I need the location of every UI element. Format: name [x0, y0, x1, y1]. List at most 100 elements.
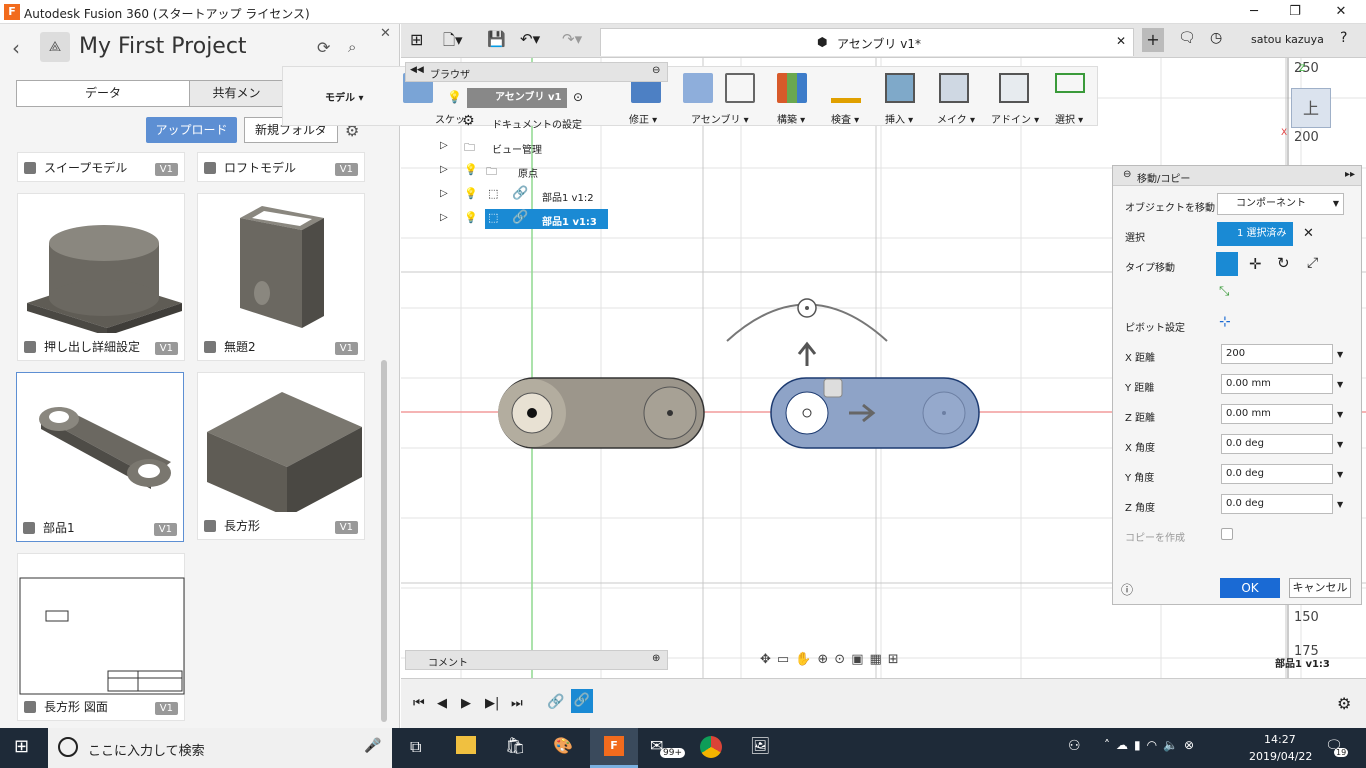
- list-item[interactable]: 無題2 V1: [197, 193, 365, 361]
- inspect-menu[interactable]: 検査 ▾: [831, 111, 859, 126]
- workspace-switcher[interactable]: モデル ▾: [325, 89, 364, 104]
- y-angle-input[interactable]: 0.0 deg: [1221, 464, 1333, 484]
- assembly-icon[interactable]: [683, 73, 713, 103]
- x-angle-input[interactable]: 0.0 deg: [1221, 434, 1333, 454]
- comment-bar[interactable]: コメント ⊕: [405, 650, 668, 670]
- upload-button[interactable]: アップロード: [146, 117, 237, 143]
- step-forward-icon[interactable]: ▶|: [485, 696, 499, 711]
- joint-feature-icon[interactable]: 🔗: [547, 694, 564, 710]
- expand-triangle-icon[interactable]: ▷: [440, 212, 448, 223]
- browser-row[interactable]: ⚙ ドキュメントの設定: [458, 112, 608, 132]
- construct-menu[interactable]: 構築 ▾: [777, 111, 805, 126]
- lightbulb-icon[interactable]: 💡: [464, 163, 478, 176]
- browser-row[interactable]: ▷ 💡 ⬚ 🔗 部品1 v1:2: [440, 185, 640, 205]
- file-explorer-icon[interactable]: [456, 736, 476, 754]
- data-panel-scrollbar[interactable]: [381, 360, 387, 722]
- zoom-icon[interactable]: ⊕: [817, 652, 834, 667]
- chevron-down-icon[interactable]: ▼: [1337, 350, 1343, 359]
- chevron-down-icon[interactable]: ▼: [1337, 440, 1343, 449]
- people-icon[interactable]: ⚇: [1068, 738, 1081, 754]
- construct-icon[interactable]: [777, 73, 807, 103]
- orbit-icon[interactable]: ✥: [760, 652, 777, 667]
- expand-icon[interactable]: ▸▸: [1345, 169, 1355, 180]
- timeline-settings-icon[interactable]: ⚙: [1337, 694, 1351, 713]
- list-item[interactable]: 部品1 V1: [16, 372, 184, 542]
- pan-icon[interactable]: ✋: [795, 652, 817, 667]
- viewports-icon[interactable]: ⊞: [888, 652, 905, 667]
- tab-shared[interactable]: 共有メン: [189, 80, 284, 107]
- job-status-icon[interactable]: ◷: [1210, 30, 1222, 46]
- file-icon[interactable]: 🗋▾: [443, 30, 463, 55]
- z-angle-input[interactable]: 0.0 deg: [1221, 494, 1333, 514]
- cancel-button[interactable]: キャンセル: [1289, 578, 1351, 598]
- chrome-icon[interactable]: [700, 736, 722, 758]
- user-name[interactable]: satou kazuya: [1251, 33, 1324, 46]
- undo-icon[interactable]: ↶▾: [520, 30, 540, 48]
- chevron-down-icon[interactable]: ▼: [1337, 470, 1343, 479]
- lightbulb-icon[interactable]: 💡: [447, 90, 462, 104]
- part1-v1-3-selected[interactable]: [726, 298, 980, 449]
- list-item[interactable]: 押し出し詳細設定 V1: [17, 193, 185, 361]
- addins-icon[interactable]: [999, 73, 1029, 103]
- select-icon[interactable]: [1055, 73, 1085, 93]
- part1-v1-2[interactable]: [498, 377, 705, 449]
- clock-time[interactable]: 14:27: [1264, 733, 1296, 746]
- insert-icon[interactable]: [885, 73, 915, 103]
- minus-icon[interactable]: ⊖: [652, 65, 660, 76]
- fit-icon[interactable]: ⊙: [834, 652, 851, 667]
- x-distance-input[interactable]: 200: [1221, 344, 1333, 364]
- comment-icon[interactable]: 🗨: [1178, 30, 1196, 46]
- y-distance-input[interactable]: 0.00 mm: [1221, 374, 1333, 394]
- refresh-icon[interactable]: ⟳: [317, 38, 330, 57]
- taskbar-search-box[interactable]: ここに入力して検索 🎤: [48, 728, 392, 768]
- document-tab[interactable]: ⬢ アセンブリ v1* ✕: [600, 28, 1134, 56]
- joint-icon[interactable]: [725, 73, 755, 103]
- help-icon[interactable]: ?: [1340, 30, 1347, 46]
- fusion-taskbar-button[interactable]: F: [590, 728, 638, 768]
- browser-row[interactable]: ▷ 🗀 ビュー管理: [440, 137, 640, 157]
- select-menu[interactable]: 選択 ▾: [1055, 111, 1083, 126]
- selection-button[interactable]: 1 選択済み: [1217, 222, 1293, 246]
- close-panel-icon[interactable]: ✕: [380, 26, 391, 41]
- tab-data[interactable]: データ: [16, 80, 190, 107]
- system-tray-icons[interactable]: ˄☁▮◠🔈⊗: [1104, 738, 1200, 752]
- z-distance-input[interactable]: 0.00 mm: [1221, 404, 1333, 424]
- viewcube[interactable]: 上: [1291, 88, 1331, 128]
- make-menu[interactable]: メイク ▾: [937, 111, 975, 126]
- redo-icon[interactable]: ↷▾: [562, 30, 582, 48]
- point-to-position-icon[interactable]: ⤡: [1219, 284, 1229, 299]
- collapse-icon[interactable]: ◀◀: [410, 65, 424, 75]
- task-view-icon[interactable]: ⧉: [410, 737, 421, 757]
- go-to-start-icon[interactable]: ⏮: [413, 696, 425, 711]
- lightbulb-icon[interactable]: 💡: [464, 187, 478, 200]
- minus-icon[interactable]: ⊖: [1123, 169, 1131, 180]
- clear-selection-icon[interactable]: ✕: [1303, 226, 1314, 241]
- clock-date[interactable]: 2019/04/22: [1249, 750, 1312, 763]
- translate-icon[interactable]: ✛: [1249, 255, 1262, 273]
- chevron-down-icon[interactable]: ▼: [1337, 380, 1343, 389]
- addins-menu[interactable]: アドイン ▾: [991, 111, 1039, 126]
- browser-row[interactable]: ▷ 💡 ⬚ 🔗 部品1 v1:3: [440, 209, 640, 229]
- move-feature-icon[interactable]: 🔗: [571, 689, 593, 713]
- look-at-icon[interactable]: ▭: [777, 652, 795, 667]
- free-move-icon[interactable]: [1216, 252, 1238, 276]
- save-icon[interactable]: 💾: [487, 30, 506, 48]
- list-item[interactable]: 長方形 図面 V1: [17, 553, 185, 721]
- activate-radio-icon[interactable]: ⊙: [573, 90, 583, 104]
- go-to-end-icon[interactable]: ⏭: [511, 696, 523, 711]
- step-back-icon[interactable]: ◀: [437, 696, 447, 711]
- object-type-select[interactable]: コンポーネント ▼: [1217, 193, 1344, 215]
- expand-triangle-icon[interactable]: ▷: [440, 164, 448, 175]
- grid-icon[interactable]: ▦: [870, 652, 888, 667]
- browser-root-label[interactable]: アセンブリ v1: [467, 88, 567, 108]
- list-item[interactable]: スイープモデル V1: [17, 152, 185, 182]
- store-icon[interactable]: 🛍: [505, 736, 525, 755]
- new-tab-button[interactable]: +: [1142, 28, 1164, 52]
- assembly-menu[interactable]: アセンブリ ▾: [691, 111, 749, 126]
- browser-root-row[interactable]: 💡 アセンブリ v1 ⊙: [405, 88, 605, 108]
- create-copy-checkbox[interactable]: [1221, 528, 1233, 540]
- modify-menu[interactable]: 修正 ▾: [629, 111, 657, 126]
- photos-icon[interactable]: 🖼: [750, 736, 770, 755]
- windows-start-icon[interactable]: ⊞: [14, 736, 29, 757]
- maximize-button[interactable]: ❐: [1285, 2, 1305, 22]
